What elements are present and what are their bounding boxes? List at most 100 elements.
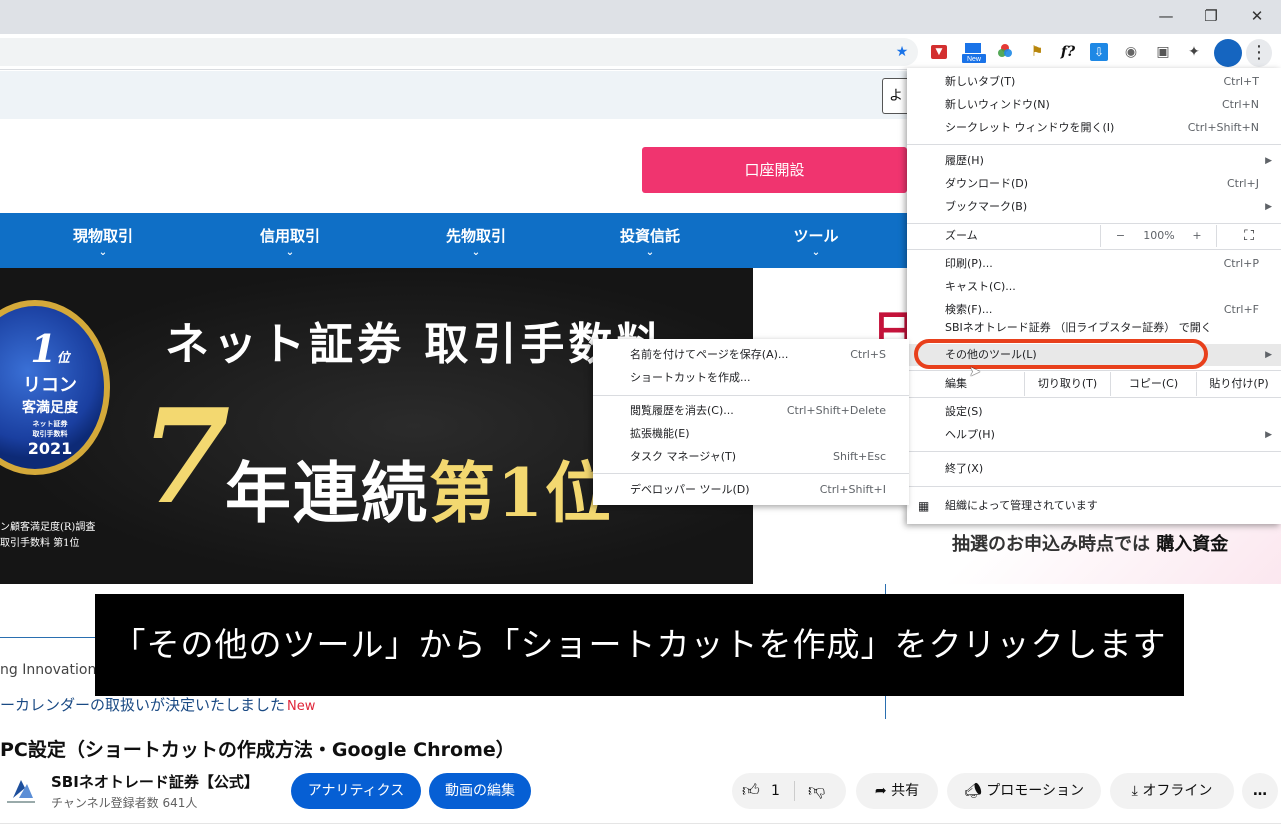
menu-label: デベロッパー ツール(D) — [630, 483, 750, 496]
font-icon[interactable]: f? — [1058, 42, 1078, 62]
menu-label: SBIネオトレード証券 （旧ライブスター証券） で開く — [945, 321, 1212, 334]
banner-foot1: ン顧客満足度(R)調査 — [0, 522, 96, 533]
open-account-button[interactable]: 口座開設 — [642, 147, 907, 193]
submenu-task-manager[interactable]: タスク マネージャ(T) Shift+Esc — [593, 446, 909, 468]
menu-find[interactable]: 検索(F)... Ctrl+F — [907, 299, 1281, 321]
nav-label: 先物取引 — [445, 227, 506, 245]
news-divider — [0, 637, 95, 638]
chevron-right-icon: ▶ — [1265, 202, 1272, 212]
like-count: 1 — [771, 783, 780, 799]
menu-separator — [593, 473, 909, 474]
menu-help[interactable]: ヘルプ(H) ▶ — [907, 424, 1281, 446]
chevron-down-icon: ⌄ — [645, 247, 655, 258]
share-icon: ➦ — [874, 783, 887, 799]
menu-label: 検索(F)... — [945, 303, 993, 316]
badge-rank-suffix: 位 — [56, 351, 70, 366]
menu-separator — [907, 223, 1281, 224]
bookmark-star-icon[interactable]: ★ — [892, 42, 912, 62]
banner-foot2: 取引手数料 第1位 — [0, 538, 80, 549]
share-button[interactable]: ➦ 共有 — [856, 773, 938, 809]
copy-button[interactable]: コピー(C) — [1110, 372, 1196, 396]
zoom-out-button[interactable]: − — [1100, 225, 1140, 247]
menu-cast[interactable]: キャスト(C)... — [907, 276, 1281, 298]
chevron-down-icon: ⌄ — [471, 247, 481, 258]
channel-name[interactable]: SBIネオトレード証券【公式】 — [51, 771, 259, 792]
subscriber-count: チャンネル登録者数 641人 — [51, 796, 198, 810]
screenshot-icon[interactable]: ▣ — [1153, 42, 1173, 62]
menu-bookmarks[interactable]: ブックマーク(B) ▶ — [907, 196, 1281, 218]
menu-install-app[interactable]: SBIネオトレード証券 （旧ライブスター証券） で開く — [907, 321, 1281, 335]
thumbs-down-icon[interactable]: 👎︎ — [808, 773, 825, 809]
zoom-in-button[interactable]: + — [1178, 225, 1216, 247]
banner-years-text: 年連続第1位 — [225, 440, 613, 536]
svg-text:New: New — [967, 56, 982, 63]
menu-exit[interactable]: 終了(X) — [907, 458, 1281, 480]
menu-new-tab[interactable]: 新しいタブ(T) Ctrl+T — [907, 71, 1281, 93]
fullscreen-icon[interactable]: ⛶ — [1216, 225, 1281, 247]
nav-item-tools[interactable]: ツール ⌄ — [766, 225, 866, 258]
menu-separator — [907, 370, 1281, 371]
minimize-icon[interactable]: — — [1154, 6, 1178, 26]
download-icon[interactable]: ⇩ — [1090, 43, 1108, 61]
pocket-icon[interactable]: ▼ — [931, 45, 947, 59]
close-icon[interactable]: ✕ — [1245, 6, 1269, 26]
building-icon: ▦ — [918, 499, 930, 513]
nav-item-margin-trading[interactable]: 信用取引 ⌄ — [240, 225, 340, 258]
submenu-clear-data[interactable]: 閲覧履歴を消去(C)... Ctrl+Shift+Delete — [593, 400, 909, 422]
menu-shortcut: Shift+Esc — [833, 450, 886, 463]
dropper-icon[interactable]: ⚑ — [1027, 42, 1047, 62]
news-item[interactable]: ng Innovations — [0, 662, 104, 678]
chevron-right-icon: ▶ — [1265, 350, 1272, 360]
news-item[interactable]: ーカレンダーの取扱いが決定いたしました New — [0, 694, 315, 715]
submenu-create-shortcut[interactable]: ショートカットを作成... — [593, 367, 909, 389]
new-badge: New — [287, 699, 316, 714]
new-extension-icon[interactable]: New — [962, 42, 986, 63]
restore-icon[interactable]: ❐ — [1199, 6, 1223, 26]
download-icon: ⤓ — [1131, 783, 1138, 799]
edit-video-button[interactable]: 動画の編集 — [429, 773, 531, 809]
browser-toolbar: ★ ▼ New ⚑ f? ⇩ ◉ ▣ ✦ ⋮ — [0, 34, 1281, 70]
thumbs-up-icon[interactable]: 👍︎ — [742, 773, 760, 809]
badge-line1: リコン — [23, 375, 77, 396]
nav-item-funds[interactable]: 投資信託 ⌄ — [600, 225, 700, 258]
color-wheel-icon[interactable] — [995, 42, 1015, 62]
submenu-save-page[interactable]: 名前を付けてページを保存(A)... Ctrl+S — [593, 344, 909, 366]
menu-separator — [907, 249, 1281, 250]
menu-shortcut: Ctrl+S — [850, 348, 886, 361]
channel-avatar[interactable] — [3, 772, 39, 808]
menu-incognito[interactable]: シークレット ウィンドウを開く(I) Ctrl+Shift+N — [907, 117, 1281, 139]
more-actions-button[interactable]: … — [1242, 773, 1278, 809]
cut-button[interactable]: 切り取り(T) — [1024, 372, 1110, 396]
menu-managed[interactable]: ▦ 組織によって管理されています — [907, 495, 1281, 517]
analytics-button[interactable]: アナリティクス — [291, 773, 421, 809]
menu-label: 閲覧履歴を消去(C)... — [630, 404, 734, 417]
menu-history[interactable]: 履歴(H) ▶ — [907, 150, 1281, 172]
menu-separator — [907, 486, 1281, 487]
menu-label: 組織によって管理されています — [945, 499, 1098, 512]
promotion-button[interactable]: 📣︎ プロモーション — [947, 773, 1101, 809]
submenu-devtools[interactable]: デベロッパー ツール(D) Ctrl+Shift+I — [593, 479, 909, 501]
paste-button[interactable]: 貼り付け(P) — [1196, 372, 1281, 396]
site-search-input[interactable]: よ — [882, 78, 910, 114]
profile-avatar[interactable] — [1214, 39, 1242, 67]
mouse-cursor-icon: ➤ — [969, 364, 981, 380]
badge-small1: ネット証券 — [32, 420, 68, 428]
share-label: 共有 — [891, 783, 920, 799]
nav-item-futures[interactable]: 先物取引 ⌄ — [426, 225, 526, 258]
menu-downloads[interactable]: ダウンロード(D) Ctrl+J — [907, 173, 1281, 195]
camera-icon[interactable]: ◉ — [1121, 42, 1141, 62]
site-search-text: よ — [889, 88, 903, 104]
chrome-main-menu: 新しいタブ(T) Ctrl+T 新しいウィンドウ(N) Ctrl+N シークレット … — [907, 68, 1281, 524]
submenu-extensions[interactable]: 拡張機能(E) — [593, 423, 909, 445]
menu-settings[interactable]: 設定(S) — [907, 401, 1281, 423]
offline-button[interactable]: ⤓ オフライン — [1110, 773, 1234, 809]
chrome-menu-icon[interactable]: ⋮ — [1246, 39, 1272, 67]
nav-item-spot-trading[interactable]: 現物取引 ⌄ — [53, 225, 153, 258]
menu-new-window[interactable]: 新しいウィンドウ(N) Ctrl+N — [907, 94, 1281, 116]
address-bar[interactable] — [0, 38, 918, 66]
video-player[interactable]: — ❐ ✕ ★ ▼ New ⚑ f? ⇩ ◉ ▣ ✦ ⋮ よ 口座開設 現物取引… — [0, 0, 1281, 719]
extensions-puzzle-icon[interactable]: ✦ — [1184, 42, 1204, 62]
menu-label: ショートカットを作成... — [630, 371, 751, 384]
menu-print[interactable]: 印刷(P)... Ctrl+P — [907, 253, 1281, 275]
megaphone-icon: 📣︎ — [964, 783, 982, 799]
